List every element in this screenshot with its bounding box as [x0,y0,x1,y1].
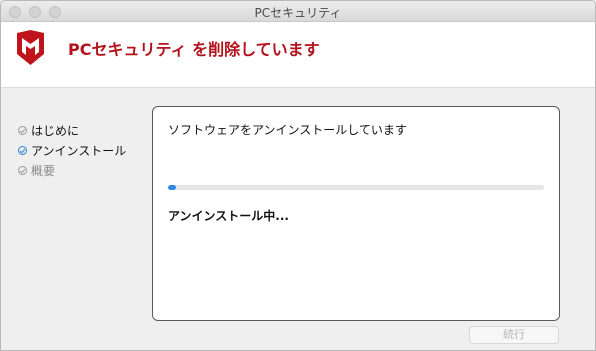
mcafee-shield-logo-icon [17,30,44,65]
step-label: はじめに [31,123,80,138]
status-text: アンインストール中... [168,209,289,223]
step-summary: 概要 [18,160,126,180]
progress-bar [168,185,544,190]
installer-window: PCセキュリティ PCセキュリティ を削除しています はじめに アンインストール… [0,0,596,351]
continue-button[interactable]: 続行 [469,326,559,344]
step-label: 概要 [31,163,56,178]
checkmark-circle-icon [18,145,27,155]
step-list: はじめに アンインストール 概要 [18,120,126,180]
progress-bar-fill [168,185,176,190]
page-title: PCセキュリティ を削除しています [68,40,320,59]
header: PCセキュリティ を削除しています [1,22,595,88]
step-uninstall: アンインストール [18,140,126,160]
title-bar: PCセキュリティ [1,1,595,22]
step-label: アンインストール [31,143,127,158]
step-introduction: はじめに [18,120,126,140]
checkmark-circle-icon [18,165,27,175]
panel-message: ソフトウェアをアンインストールしています [168,123,407,137]
checkmark-circle-icon [18,125,27,135]
window-title: PCセキュリティ [254,6,342,20]
content-panel: ソフトウェアをアンインストールしています アンインストール中... [152,106,560,321]
